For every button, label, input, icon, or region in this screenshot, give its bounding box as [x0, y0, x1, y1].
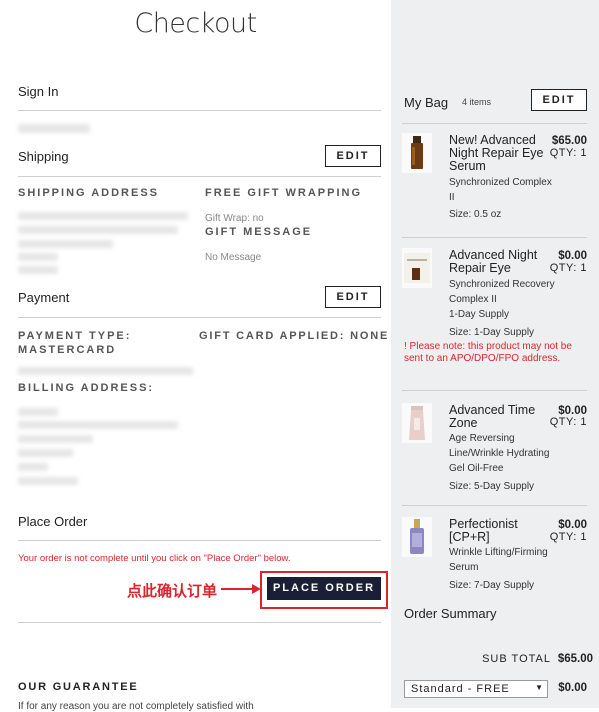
divider [402, 123, 587, 124]
divider [402, 505, 587, 506]
guarantee-header: OUR GUARANTEE [18, 681, 139, 693]
annotation-arrow [221, 588, 253, 590]
product-thumbnail[interactable] [402, 133, 432, 173]
product-name[interactable]: New! Advanced Night Repair Eye Serum [449, 134, 544, 173]
product-qty: QTY: 1 [549, 147, 587, 159]
product-description: Synchronized Recovery Complex II [449, 279, 555, 305]
payment-type-value: MASTERCARD [18, 344, 117, 356]
product-name[interactable]: Perfectionist [CP+R] [449, 518, 544, 544]
product-size: Size: 0.5 oz [449, 209, 502, 220]
product-name[interactable]: Advanced Time Zone [449, 404, 544, 430]
shipping-restriction-note: ! Please note: this product may not be s… [404, 341, 572, 364]
product-description: Wrinkle Lifting/Firming Serum [449, 547, 548, 573]
divider [18, 176, 381, 177]
product-name[interactable]: Advanced Night Repair Eye [449, 249, 544, 275]
annotation-label: 点此确认订单 [127, 583, 218, 600]
subtotal-value: $65.00 [557, 653, 593, 665]
sign-in-link[interactable]: Sign In [18, 84, 58, 99]
order-summary-title: Order Summary [404, 606, 497, 621]
product-thumbnail[interactable] [402, 517, 432, 557]
chevron-down-icon: ▼ [535, 683, 543, 692]
payment-section-title: Payment [18, 290, 70, 305]
redacted-billing-line [18, 435, 93, 443]
payment-type-label: PAYMENT TYPE: [18, 330, 132, 342]
divider [18, 317, 381, 318]
product-size: Size: 5-Day Supply [449, 481, 535, 492]
redacted-billing-line [18, 477, 78, 485]
shipping-method-value: Standard - FREE [411, 683, 510, 695]
payment-edit-button[interactable]: EDIT [325, 286, 381, 308]
gift-wrapping-header: FREE GIFT WRAPPING [205, 187, 362, 199]
redacted-billing-line [18, 421, 178, 429]
bag-sidebar: My Bag 4 items EDIT New! Advanced Night … [391, 0, 599, 708]
divider [18, 540, 381, 541]
place-order-section-title: Place Order [18, 514, 88, 529]
serum-bottle-icon [411, 136, 423, 169]
divider [402, 237, 587, 238]
redacted-address-line [18, 266, 58, 274]
gift-message-value: No Message [205, 252, 262, 263]
redacted-email [18, 124, 90, 133]
divider [402, 390, 587, 391]
product-price: $65.00 [551, 135, 587, 147]
shipping-address-header: SHIPPING ADDRESS [18, 187, 160, 199]
checkout-main: Checkout Sign In Shipping EDIT SHIPPING … [0, 0, 391, 712]
redacted-address-line [18, 212, 188, 220]
product-thumbnail[interactable] [402, 248, 432, 288]
product-price: $0.00 [558, 519, 587, 531]
product-price: $0.00 [558, 250, 587, 262]
bag-title: My Bag [404, 95, 449, 110]
gift-card-applied: GIFT CARD APPLIED: NONE [199, 330, 390, 342]
product-thumbnail[interactable] [402, 403, 432, 443]
product-qty: QTY: 1 [549, 531, 587, 543]
product-qty: QTY: 1 [549, 416, 587, 428]
bag-item-count: 4 items [462, 97, 492, 107]
serum-bottle-icon [410, 519, 424, 554]
product-description-2: 1-Day Supply [449, 309, 510, 320]
redacted-billing-line [18, 463, 48, 471]
divider [18, 622, 381, 623]
order-incomplete-warning: Your order is not complete until you cli… [18, 553, 291, 564]
redacted-address-line [18, 253, 58, 261]
redacted-billing-line [18, 449, 73, 457]
redacted-address-line [18, 240, 113, 248]
product-size: Size: 1-Day Supply [449, 327, 535, 338]
redacted-payment-line [18, 367, 193, 375]
shipping-edit-button[interactable]: EDIT [325, 145, 381, 167]
tube-icon [409, 406, 425, 440]
subtotal-label: SUB TOTAL [482, 653, 551, 665]
billing-address-header: BILLING ADDRESS: [18, 382, 155, 394]
shipping-method-select[interactable]: Standard - FREE ▼ [404, 680, 548, 698]
product-box-icon [404, 253, 430, 283]
shipping-cost: $0.00 [558, 682, 587, 694]
product-description: Synchronized Complex II [449, 177, 552, 203]
gift-wrap-value: Gift Wrap: no [205, 213, 264, 224]
guarantee-text: If for any reason you are not completely… [18, 701, 254, 712]
page-title: Checkout [134, 8, 257, 39]
divider [18, 110, 381, 111]
redacted-billing-line [18, 408, 58, 416]
place-order-button[interactable]: PLACE ORDER [267, 577, 381, 600]
gift-message-header: GIFT MESSAGE [205, 226, 313, 238]
shipping-section-title: Shipping [18, 149, 69, 164]
bag-edit-button[interactable]: EDIT [531, 89, 587, 111]
product-size: Size: 7-Day Supply [449, 580, 535, 591]
product-qty: QTY: 1 [549, 262, 587, 274]
product-description: Age Reversing Line/Wrinkle Hydrating Gel… [449, 433, 550, 474]
redacted-address-line [18, 226, 178, 234]
